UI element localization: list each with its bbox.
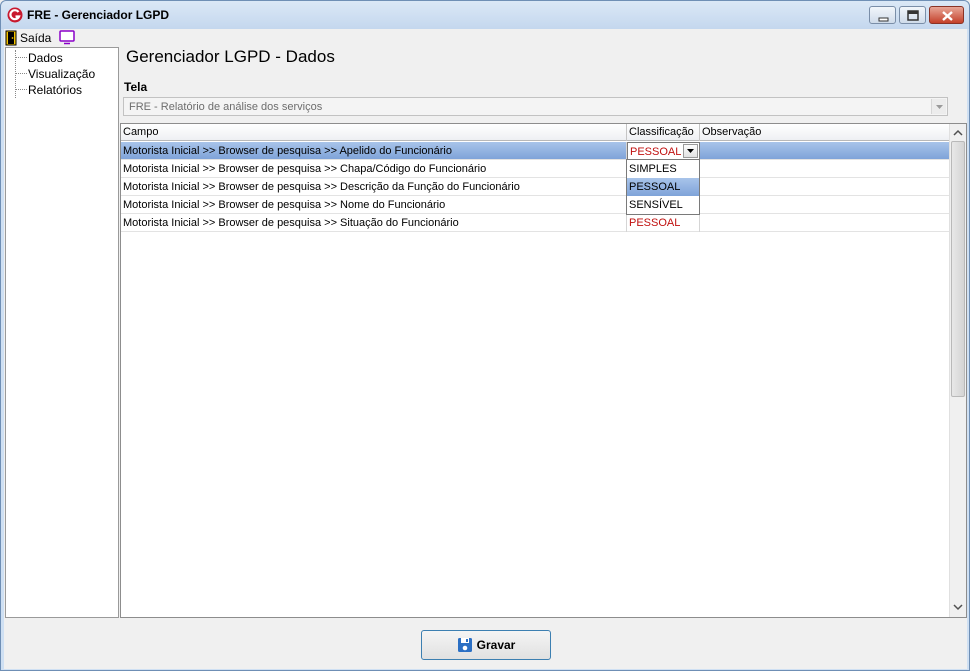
cell-observacao[interactable] [700, 214, 950, 232]
dropdown-option-sensivel[interactable]: SENSÍVEL [627, 196, 699, 214]
exit-menu-item[interactable]: Saída [5, 29, 51, 47]
classification-dropdown-button[interactable] [683, 144, 698, 158]
grid-vertical-scrollbar[interactable] [949, 124, 966, 617]
maximize-button[interactable] [899, 6, 926, 24]
tela-select[interactable]: FRE - Relatório de análise dos serviços [123, 97, 948, 116]
minimize-icon [878, 17, 889, 22]
table-row[interactable]: Motorista Inicial >> Browser de pesquisa… [121, 142, 950, 160]
page-title: Gerenciador LGPD - Dados [126, 47, 335, 66]
column-header-campo[interactable]: Campo [121, 124, 627, 141]
classification-select-value: PESSOAL [630, 146, 682, 158]
tree-item-relatorios[interactable]: Relatórios [6, 82, 118, 98]
minimize-button[interactable] [869, 6, 896, 24]
chevron-down-icon [936, 105, 943, 109]
column-header-observacao[interactable]: Observação [700, 124, 950, 141]
exit-door-icon [5, 30, 17, 46]
tela-select-dropdown-button[interactable] [931, 99, 946, 114]
close-icon [942, 11, 953, 21]
tree-item-label: Visualização [28, 67, 96, 81]
cell-campo[interactable]: Motorista Inicial >> Browser de pesquisa… [121, 196, 627, 214]
exit-label: Saída [20, 31, 52, 45]
fields-grid: Campo Classificação Observação Motorista… [120, 123, 967, 618]
cell-observacao[interactable] [700, 178, 950, 196]
classification-select[interactable]: PESSOAL [627, 142, 700, 160]
restore-icon [907, 10, 919, 21]
client-area: Saída Dados Visualização Relatórios Gere… [4, 29, 967, 669]
tree-item-visualizacao[interactable]: Visualização [6, 66, 118, 82]
menu-bar: Saída [4, 29, 967, 47]
tela-label: Tela [124, 80, 148, 94]
table-row[interactable]: Motorista Inicial >> Browser de pesquisa… [121, 214, 950, 232]
save-button[interactable]: Gravar [421, 630, 551, 660]
close-button[interactable] [929, 6, 964, 24]
app-window: FRE - Gerenciador LGPD Saída Dados Visua… [0, 0, 970, 671]
scrollbar-thumb[interactable] [951, 141, 965, 397]
footer-bar: Gravar [4, 618, 967, 669]
cell-campo[interactable]: Motorista Inicial >> Browser de pesquisa… [121, 178, 627, 196]
tree-item-label: Dados [28, 51, 63, 65]
cell-observacao[interactable] [700, 160, 950, 178]
title-bar[interactable]: FRE - Gerenciador LGPD [1, 1, 969, 29]
scroll-up-icon[interactable] [953, 128, 963, 138]
floppy-disk-icon [457, 638, 472, 652]
table-row[interactable]: Motorista Inicial >> Browser de pesquisa… [121, 196, 950, 214]
table-row[interactable]: Motorista Inicial >> Browser de pesquisa… [121, 160, 950, 178]
monitor-icon[interactable] [59, 30, 75, 45]
window-title: FRE - Gerenciador LGPD [27, 8, 170, 22]
save-button-label: Gravar [476, 638, 516, 652]
column-header-classificacao[interactable]: Classificação [627, 124, 700, 141]
tela-select-value: FRE - Relatório de análise dos serviços [129, 101, 323, 113]
cell-campo[interactable]: Motorista Inicial >> Browser de pesquisa… [121, 214, 627, 232]
cell-classificacao[interactable]: PESSOAL [627, 214, 700, 232]
navigation-tree: Dados Visualização Relatórios [5, 47, 119, 618]
dropdown-option-simples[interactable]: SIMPLES [627, 160, 699, 178]
classification-dropdown-list: SIMPLES PESSOAL SENSÍVEL [626, 159, 700, 215]
grid-header: Campo Classificação Observação [121, 124, 950, 141]
scroll-down-icon[interactable] [953, 602, 963, 612]
cell-observacao[interactable] [700, 196, 950, 214]
app-logo-icon [7, 7, 23, 23]
tree-item-label: Relatórios [28, 83, 83, 97]
tree-item-dados[interactable]: Dados [6, 50, 118, 98]
chevron-down-icon [687, 149, 694, 153]
cell-campo[interactable]: Motorista Inicial >> Browser de pesquisa… [121, 142, 627, 160]
cell-observacao[interactable] [700, 142, 950, 160]
cell-campo[interactable]: Motorista Inicial >> Browser de pesquisa… [121, 160, 627, 178]
dropdown-option-pessoal[interactable]: PESSOAL [627, 178, 699, 196]
table-row[interactable]: Motorista Inicial >> Browser de pesquisa… [121, 178, 950, 196]
